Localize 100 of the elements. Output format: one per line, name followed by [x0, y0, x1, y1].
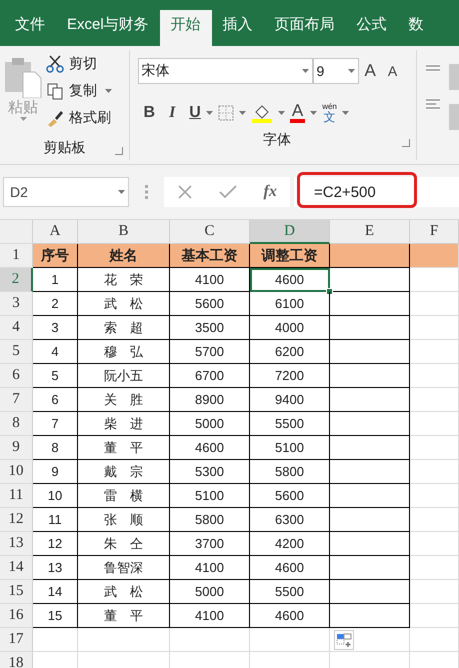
ribbon-tab[interactable]: 公式: [346, 10, 398, 46]
caret-icon[interactable]: [278, 111, 285, 115]
table-cell: 9: [33, 460, 78, 484]
caret-icon[interactable]: [206, 111, 213, 115]
row-header[interactable]: 1: [0, 244, 33, 268]
copy-button[interactable]: 复制: [46, 79, 115, 103]
italic-button[interactable]: I: [163, 104, 182, 122]
table-cell: 6: [33, 388, 78, 412]
table-cell: 6700: [170, 364, 250, 388]
formula-field[interactable]: =C2+500: [294, 177, 459, 207]
empty-cell: [410, 532, 459, 556]
table-cell: 武 松: [78, 580, 170, 604]
column-header[interactable]: E: [330, 220, 410, 244]
empty-cell: [410, 292, 459, 316]
table-cell: 1: [33, 268, 78, 292]
shrink-font-button[interactable]: A: [382, 63, 404, 79]
column-header[interactable]: D: [250, 220, 330, 244]
table-cell: 12: [33, 532, 78, 556]
font-family-dropdown[interactable]: 宋体: [138, 58, 312, 84]
row-header[interactable]: 15: [0, 580, 33, 604]
phonetic-button[interactable]: wén 文: [322, 103, 337, 123]
row-header[interactable]: 18: [0, 652, 33, 668]
font-size-dropdown[interactable]: 9: [312, 58, 358, 84]
underline-button[interactable]: U: [183, 104, 201, 122]
table-cell: 8900: [170, 388, 250, 412]
ribbon-tab[interactable]: 文件: [4, 10, 56, 46]
row-header[interactable]: 17: [0, 628, 33, 652]
row-header[interactable]: 14: [0, 556, 33, 580]
table-cell: 武 松: [78, 292, 170, 316]
table-cell: 5600: [250, 484, 330, 508]
row-header[interactable]: 10: [0, 460, 33, 484]
checkmark-icon[interactable]: [219, 184, 238, 200]
table-cell: 鲁智深: [78, 556, 170, 580]
caret-icon[interactable]: [302, 69, 308, 73]
table-cell: 董 平: [78, 604, 170, 628]
column-header[interactable]: F: [410, 220, 459, 244]
caret-icon[interactable]: [20, 117, 26, 121]
table-cell: 4600: [250, 556, 330, 580]
table-cell: 5100: [170, 484, 250, 508]
row-header[interactable]: 4: [0, 316, 33, 340]
table-cell: 关 胜: [78, 388, 170, 412]
row-header[interactable]: 5: [0, 340, 33, 364]
row-header[interactable]: 6: [0, 364, 33, 388]
fill-handle[interactable]: [326, 288, 333, 295]
column-header[interactable]: A: [33, 220, 78, 244]
empty-cell: [410, 436, 459, 460]
row-header[interactable]: 12: [0, 508, 33, 532]
dialog-launcher-icon[interactable]: [402, 139, 410, 147]
row-header[interactable]: 11: [0, 484, 33, 508]
row-header[interactable]: 2: [0, 268, 33, 292]
table-cell: 4600: [250, 268, 330, 292]
cancel-icon[interactable]: [177, 184, 194, 200]
cut-button[interactable]: 剪切: [46, 52, 115, 76]
caret-icon[interactable]: [238, 111, 246, 115]
table-cell: 4100: [170, 268, 250, 292]
grow-font-button[interactable]: A: [358, 61, 382, 81]
ribbon-tab[interactable]: Excel与财务: [56, 10, 160, 46]
border-icon[interactable]: [218, 105, 234, 121]
caret-icon[interactable]: [348, 69, 354, 73]
column-header[interactable]: C: [170, 220, 250, 244]
paste-options-icon[interactable]: [334, 630, 354, 650]
table-cell: 柴 进: [78, 412, 170, 436]
insert-function-button[interactable]: fx: [264, 183, 277, 201]
empty-cell: [410, 364, 459, 388]
caret-icon[interactable]: [310, 111, 318, 115]
align-left-icon[interactable]: [425, 98, 442, 110]
table-cell: 花 荣: [78, 268, 170, 292]
table-cell: 10: [33, 484, 78, 508]
fill-color-icon[interactable]: [250, 103, 273, 123]
row-header[interactable]: 16: [0, 604, 33, 628]
caret-icon[interactable]: [105, 89, 112, 93]
table-cell: 5800: [170, 508, 250, 532]
dialog-launcher-icon[interactable]: [114, 147, 122, 155]
row-header[interactable]: 8: [0, 412, 33, 436]
ribbon-tab[interactable]: 数: [398, 10, 435, 46]
empty-cell: [410, 508, 459, 532]
empty-cell: [410, 316, 459, 340]
table-cell: 雷 横: [78, 484, 170, 508]
caret-icon[interactable]: [342, 111, 349, 115]
empty-cell: [410, 556, 459, 580]
table-cell: 姓名: [78, 244, 170, 268]
table-cell: 4100: [170, 604, 250, 628]
table-cell: 调整工资: [250, 244, 330, 268]
name-box[interactable]: D2: [3, 177, 129, 207]
row-header[interactable]: 3: [0, 292, 33, 316]
row-header[interactable]: 7: [0, 388, 33, 412]
ribbon-tab[interactable]: 开始: [160, 10, 212, 46]
row-header[interactable]: 13: [0, 532, 33, 556]
row-header[interactable]: 9: [0, 436, 33, 460]
column-header[interactable]: B: [78, 220, 170, 244]
format-painter-button[interactable]: 格式刷: [46, 106, 115, 130]
table-cell: 序号: [33, 244, 78, 268]
ribbon-tab[interactable]: 页面布局: [264, 10, 346, 46]
bold-button[interactable]: B: [138, 104, 162, 122]
caret-icon[interactable]: [118, 190, 125, 194]
font-color-button[interactable]: A: [290, 103, 306, 123]
table-cell: 5800: [250, 460, 330, 484]
table-cell: 13: [33, 556, 78, 580]
drag-handle-icon[interactable]: [145, 185, 148, 199]
ribbon-tab[interactable]: 插入: [212, 10, 264, 46]
